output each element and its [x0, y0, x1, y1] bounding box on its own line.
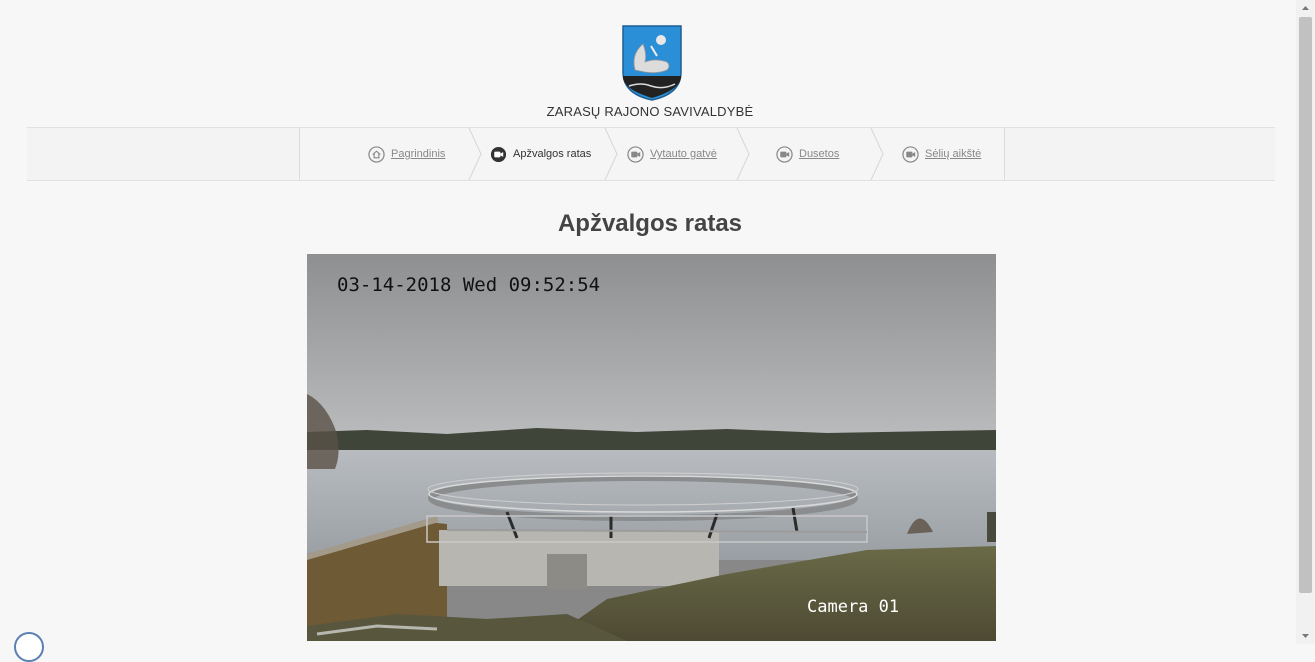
nav-item-vytauto-gatve[interactable]: Vytauto gatvė — [627, 128, 717, 180]
site-header: ZARASŲ RAJONO SAVIVALDYBĖ — [0, 0, 1296, 128]
camera-label: Camera 01 — [807, 597, 900, 617]
camera-icon — [902, 145, 919, 163]
accessibility-widget[interactable] — [14, 632, 44, 662]
nav-item-pagrindinis[interactable]: Pagrindinis — [368, 128, 445, 180]
nav-item-dusetos[interactable]: Dusetos — [776, 128, 839, 180]
camera-timestamp: 03-14-2018 Wed 09:52:54 — [337, 274, 601, 296]
nav-item-label: Sėlių aikštė — [925, 148, 982, 160]
nav-item-label: Pagrindinis — [391, 148, 446, 160]
camera-navigation: Pagrindinis Apžvalgos ratas Vytauto gatv — [27, 127, 1275, 181]
nav-item-label: Vytauto gatvė — [650, 148, 717, 160]
camera-icon — [490, 146, 507, 162]
nav-item-seliu-aikste[interactable]: Sėlių aikštė — [902, 128, 981, 180]
scroll-up-arrow-icon[interactable] — [1300, 3, 1311, 13]
nav-item-apzvalgos-ratas[interactable]: Apžvalgos ratas — [490, 128, 591, 180]
home-icon — [368, 145, 385, 163]
nav-bar: Pagrindinis Apžvalgos ratas Vytauto gatv — [299, 128, 1005, 180]
camera-feed: 03-14-2018 Wed 09:52:54 Camera 01 — [307, 254, 996, 641]
camera-icon — [776, 145, 793, 163]
organization-name: ZARASŲ RAJONO SAVIVALDYBĖ — [546, 104, 754, 119]
nav-separator — [604, 128, 618, 180]
nav-separator — [468, 128, 482, 180]
camera-image — [307, 254, 996, 641]
nav-item-label: Apžvalgos ratas — [513, 148, 592, 160]
page-title: Apžvalgos ratas — [557, 210, 743, 237]
nav-separator — [870, 128, 884, 180]
scroll-down-arrow-icon[interactable] — [1300, 631, 1311, 641]
camera-icon — [627, 145, 644, 163]
nav-item-label: Dusetos — [799, 148, 840, 160]
scrollbar-thumb[interactable] — [1299, 17, 1312, 593]
coat-of-arms-icon — [622, 25, 682, 101]
nav-separator — [736, 128, 750, 180]
